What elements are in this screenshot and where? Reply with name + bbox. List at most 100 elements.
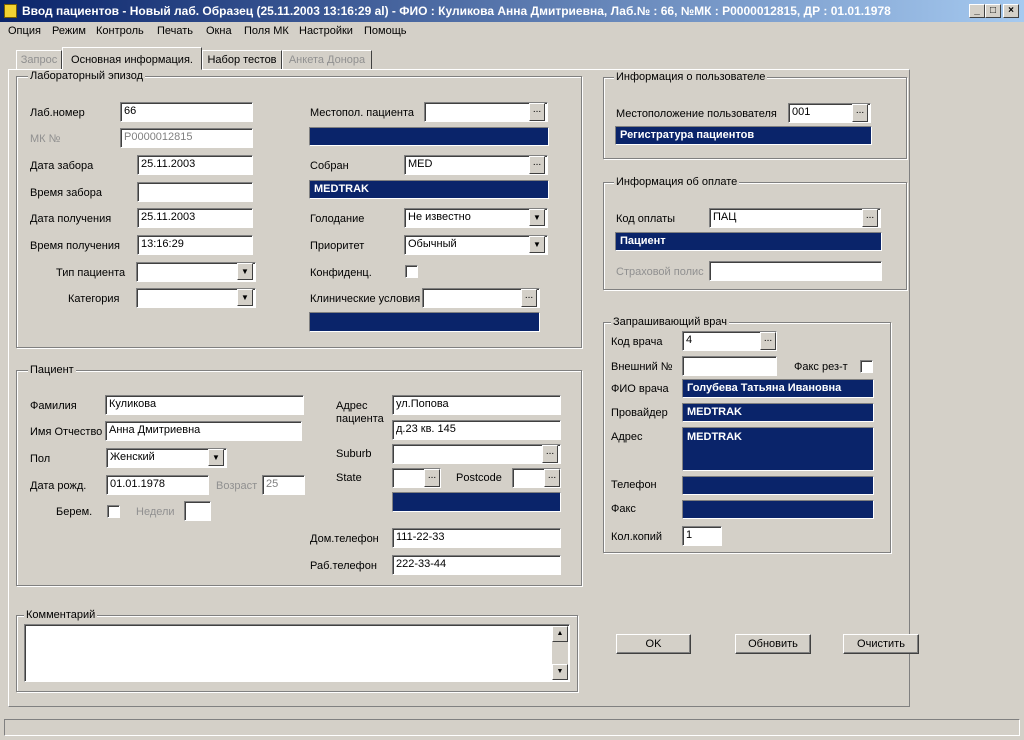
ellipsis-icon[interactable]: ... xyxy=(852,104,868,122)
tab-main-info[interactable]: Основная информация. xyxy=(62,47,202,70)
lab-episode-legend: Лабораторный эпизод xyxy=(28,70,146,82)
surname-field[interactable]: Куликова xyxy=(105,395,304,415)
user-location-label: Местоположение пользователя xyxy=(616,108,777,120)
close-button[interactable]: × xyxy=(1003,4,1019,18)
ext-no-field[interactable] xyxy=(682,356,777,376)
menu-settings[interactable]: Настройки xyxy=(299,22,353,40)
age-field: 25 xyxy=(262,475,305,495)
doctor-name-desc: Голубева Татьяна Ивановна xyxy=(682,379,874,398)
chevron-down-icon[interactable]: ▼ xyxy=(529,209,545,226)
menu-help[interactable]: Помощь xyxy=(364,22,407,40)
home-phone-field[interactable]: 111-22-33 xyxy=(392,528,561,548)
suburb-label: Suburb xyxy=(336,448,372,460)
doctor-phone-label: Телефон xyxy=(611,479,657,491)
user-location-desc: Регистратура пациентов xyxy=(615,126,872,145)
ellipsis-icon[interactable]: ... xyxy=(529,103,545,121)
chevron-down-icon[interactable]: ▼ xyxy=(237,289,253,306)
menu-mk-fields[interactable]: Поля МК xyxy=(244,22,289,40)
recv-date-label: Дата получения xyxy=(30,213,112,225)
chevron-down-icon[interactable]: ▼ xyxy=(208,449,224,466)
menu-control[interactable]: Контроль xyxy=(96,22,144,40)
mk-field: P0000012815 xyxy=(120,128,253,148)
app-icon xyxy=(4,4,17,18)
age-label: Возраст xyxy=(216,480,258,492)
payment-code-field[interactable]: ПАЦ xyxy=(709,208,881,228)
ellipsis-icon[interactable]: ... xyxy=(862,209,878,227)
dob-label: Дата рожд. xyxy=(30,480,87,492)
refresh-button[interactable]: Обновить xyxy=(735,634,811,654)
comment-textarea[interactable] xyxy=(24,624,570,682)
ellipsis-icon[interactable]: ... xyxy=(542,445,558,463)
fasting-select[interactable]: Не известно xyxy=(404,208,548,228)
collect-date-field[interactable]: 25.11.2003 xyxy=(137,155,253,175)
copies-label: Кол.копий xyxy=(611,531,663,543)
doctor-code-label: Код врача xyxy=(611,336,663,348)
dob-field[interactable]: 01.01.1978 xyxy=(106,475,209,495)
menu-bar: Опция Режим Контроль Печать Окна Поля МК… xyxy=(0,22,1024,40)
patient-location-desc xyxy=(309,127,549,146)
tab-test-set[interactable]: Набор тестов xyxy=(202,50,282,70)
collected-field[interactable]: MED xyxy=(404,155,548,175)
status-bar xyxy=(4,719,1020,736)
patient-type-label: Тип пациента xyxy=(56,267,126,279)
tab-donor-form[interactable]: Анкета Донора xyxy=(282,50,372,70)
payment-code-label: Код оплаты xyxy=(616,213,676,225)
state-label: State xyxy=(336,472,362,484)
fasting-label: Голодание xyxy=(310,213,365,225)
name-field[interactable]: Анна Дмитриевна xyxy=(105,421,302,441)
maximize-button[interactable]: □ xyxy=(985,4,1001,18)
weeks-label: Недели xyxy=(136,506,175,518)
state-desc xyxy=(392,492,561,512)
address-line1-field[interactable]: ул.Попова xyxy=(392,395,561,415)
weeks-field[interactable] xyxy=(184,501,211,521)
chevron-down-icon[interactable]: ▼ xyxy=(237,263,253,280)
ext-no-label: Внешний № xyxy=(611,361,673,373)
surname-label: Фамилия xyxy=(30,400,77,412)
chevron-down-icon[interactable]: ▼ xyxy=(529,236,545,253)
menu-option[interactable]: Опция xyxy=(8,22,41,40)
ellipsis-icon[interactable]: ... xyxy=(521,289,537,307)
minimize-button[interactable]: _ xyxy=(969,4,985,18)
copies-field[interactable]: 1 xyxy=(682,526,722,546)
suburb-field[interactable] xyxy=(392,444,561,464)
tab-request[interactable]: Запрос xyxy=(16,50,62,70)
menu-mode[interactable]: Режим xyxy=(52,22,86,40)
collect-time-field[interactable] xyxy=(137,182,253,202)
ellipsis-icon[interactable]: ... xyxy=(529,156,545,174)
collect-date-label: Дата забора xyxy=(30,160,94,172)
menu-print[interactable]: Печать xyxy=(157,22,193,40)
address-line2-field[interactable]: д.23 кв. 145 xyxy=(392,420,561,440)
doctor-address-label: Адрес xyxy=(611,431,643,443)
ellipsis-icon[interactable]: ... xyxy=(760,332,776,350)
fax-result-checkbox[interactable] xyxy=(860,360,873,373)
menu-windows[interactable]: Окна xyxy=(206,22,232,40)
policy-field[interactable] xyxy=(709,261,882,281)
work-phone-field[interactable]: 222-33-44 xyxy=(392,555,561,575)
ellipsis-icon[interactable]: ... xyxy=(544,469,560,487)
recv-time-field[interactable]: 13:16:29 xyxy=(137,235,253,255)
clear-button[interactable]: Очистить xyxy=(843,634,919,654)
scroll-up-icon[interactable]: ▲ xyxy=(552,626,568,642)
priority-select[interactable]: Обычный xyxy=(404,235,548,255)
confidential-label: Конфиденц. xyxy=(310,267,372,279)
home-phone-label: Дом.телефон xyxy=(310,533,379,545)
address-label: Адрес пациента xyxy=(336,400,384,425)
sex-label: Пол xyxy=(30,453,51,465)
ok-button[interactable]: OK xyxy=(616,634,691,654)
comment-legend: Комментарий xyxy=(24,609,98,621)
pregnant-label: Берем. xyxy=(56,506,93,518)
provider-label: Провайдер xyxy=(611,407,668,419)
lab-no-field[interactable]: 66 xyxy=(120,102,253,122)
clinical-label: Клинические условия xyxy=(310,293,421,305)
confidential-checkbox[interactable] xyxy=(405,265,418,278)
clinical-desc xyxy=(309,312,540,332)
recv-date-field[interactable]: 25.11.2003 xyxy=(137,208,253,228)
scroll-down-icon[interactable]: ▼ xyxy=(552,664,568,680)
doctor-legend: Запрашивающий врач xyxy=(611,316,729,328)
lab-no-label: Лаб.номер xyxy=(30,107,85,119)
pregnant-checkbox[interactable] xyxy=(107,505,120,518)
ellipsis-icon[interactable]: ... xyxy=(424,469,440,487)
mk-label: МК № xyxy=(30,133,61,145)
doctor-phone-desc xyxy=(682,476,874,495)
recv-time-label: Время получения xyxy=(30,240,120,252)
